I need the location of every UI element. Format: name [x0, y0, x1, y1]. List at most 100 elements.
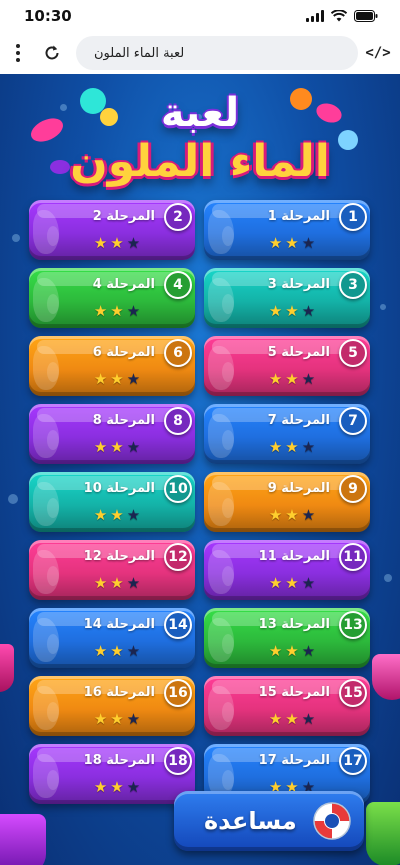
level-label: المرحلة 14: [83, 617, 155, 632]
level-button-15[interactable]: المرحلة 15 15 ★ ★ ★: [204, 676, 370, 736]
paint-pot-decoration: [366, 802, 400, 865]
title-line-2: الماء الملون: [70, 136, 330, 187]
level-label: المرحلة 16: [83, 685, 155, 700]
star-rating: ★ ★ ★: [204, 370, 370, 388]
help-button[interactable]: مساعدة: [174, 791, 364, 851]
level-button-2[interactable]: المرحلة 2 2 ★ ★ ★: [29, 200, 195, 260]
star-icon: ★: [126, 438, 141, 456]
wifi-icon: [331, 10, 347, 22]
star-icon: ★: [93, 438, 108, 456]
level-label: المرحلة 1: [267, 209, 330, 224]
level-label: المرحلة 7: [267, 413, 330, 428]
game-title: لعبة الماء الملون: [0, 80, 400, 198]
star-icon: ★: [268, 302, 283, 320]
star-icon: ★: [301, 574, 316, 592]
star-icon: ★: [126, 234, 141, 252]
level-number-badge: 2: [164, 203, 192, 231]
level-button-7[interactable]: المرحلة 7 7 ★ ★ ★: [204, 404, 370, 464]
star-icon: ★: [285, 506, 299, 524]
code-icon[interactable]: </>: [364, 38, 392, 68]
star-icon: ★: [285, 710, 299, 728]
level-label: المرحلة 11: [258, 549, 330, 564]
bubble-decoration: [384, 574, 392, 582]
level-button-4[interactable]: المرحلة 4 4 ★ ★ ★: [29, 268, 195, 328]
level-button-8[interactable]: المرحلة 8 8 ★ ★ ★: [29, 404, 195, 464]
status-icons: [306, 10, 378, 22]
level-button-18[interactable]: المرحلة 18 18 ★ ★ ★: [29, 744, 195, 804]
star-rating: ★ ★ ★: [204, 234, 370, 252]
level-number-badge: 6: [164, 339, 192, 367]
level-button-16[interactable]: المرحلة 16 16 ★ ★ ★: [29, 676, 195, 736]
star-icon: ★: [110, 778, 124, 796]
star-rating: ★ ★ ★: [29, 710, 195, 728]
star-icon: ★: [268, 642, 283, 660]
star-icon: ★: [110, 710, 124, 728]
star-rating: ★ ★ ★: [204, 506, 370, 524]
level-number-badge: 14: [164, 611, 192, 639]
signal-icon: [306, 10, 324, 22]
star-icon: ★: [301, 506, 316, 524]
star-icon: ★: [285, 438, 299, 456]
star-icon: ★: [268, 234, 283, 252]
level-label: المرحلة 6: [92, 345, 155, 360]
level-button-11[interactable]: المرحلة 11 11 ★ ★ ★: [204, 540, 370, 600]
star-icon: ★: [126, 710, 141, 728]
level-label: المرحلة 12: [83, 549, 155, 564]
level-button-9[interactable]: المرحلة 9 9 ★ ★ ★: [204, 472, 370, 532]
level-number-badge: 7: [339, 407, 367, 435]
level-button-14[interactable]: المرحلة 14 14 ★ ★ ★: [29, 608, 195, 668]
level-label: المرحلة 18: [83, 753, 155, 768]
level-button-13[interactable]: المرحلة 13 13 ★ ★ ★: [204, 608, 370, 668]
star-icon: ★: [110, 574, 124, 592]
more-vert-icon[interactable]: [8, 38, 28, 68]
star-rating: ★ ★ ★: [29, 778, 195, 796]
star-icon: ★: [268, 370, 283, 388]
star-icon: ★: [301, 302, 316, 320]
level-label: المرحلة 5: [267, 345, 330, 360]
star-icon: ★: [285, 642, 299, 660]
level-button-1[interactable]: المرحلة 1 1 ★ ★ ★: [204, 200, 370, 260]
star-icon: ★: [110, 370, 124, 388]
level-number-badge: 17: [339, 747, 367, 775]
star-icon: ★: [126, 642, 141, 660]
level-button-3[interactable]: المرحلة 3 3 ★ ★ ★: [204, 268, 370, 328]
star-rating: ★ ★ ★: [29, 302, 195, 320]
level-label: المرحلة 10: [83, 481, 155, 496]
star-icon: ★: [285, 302, 299, 320]
star-rating: ★ ★ ★: [29, 642, 195, 660]
star-rating: ★ ★ ★: [29, 370, 195, 388]
star-icon: ★: [93, 778, 108, 796]
level-label: المرحلة 3: [267, 277, 330, 292]
bubble-decoration: [380, 304, 386, 310]
title-line-1: لعبة: [160, 90, 240, 136]
star-rating: ★ ★ ★: [29, 438, 195, 456]
level-number-badge: 5: [339, 339, 367, 367]
level-number-badge: 13: [339, 611, 367, 639]
star-icon: ★: [285, 370, 299, 388]
status-bar: 10:30: [0, 0, 400, 32]
level-button-12[interactable]: المرحلة 12 12 ★ ★ ★: [29, 540, 195, 600]
level-label: المرحلة 2: [92, 209, 155, 224]
paint-pot-decoration: [0, 814, 46, 865]
star-icon: ★: [110, 642, 124, 660]
level-button-10[interactable]: المرحلة 10 10 ★ ★ ★: [29, 472, 195, 532]
game-screen: لعبة الماء الملون المرحلة 1 1 ★ ★ ★ المرحلة 2…: [0, 74, 400, 865]
status-time: 10:30: [24, 7, 72, 25]
level-number-badge: 16: [164, 679, 192, 707]
star-rating: ★ ★ ★: [29, 574, 195, 592]
star-icon: ★: [126, 506, 141, 524]
star-icon: ★: [268, 438, 283, 456]
paint-pot-decoration: [372, 654, 400, 700]
star-icon: ★: [93, 234, 108, 252]
star-icon: ★: [301, 234, 316, 252]
level-number-badge: 11: [339, 543, 367, 571]
star-icon: ★: [110, 234, 124, 252]
level-number-badge: 15: [339, 679, 367, 707]
help-button-label: مساعدة: [204, 807, 297, 835]
level-button-5[interactable]: المرحلة 5 5 ★ ★ ★: [204, 336, 370, 396]
star-icon: ★: [285, 574, 299, 592]
level-button-6[interactable]: المرحلة 6 6 ★ ★ ★: [29, 336, 195, 396]
reload-button[interactable]: [34, 38, 70, 68]
address-bar[interactable]: لعبة الماء الملون: [76, 36, 358, 70]
url-text: لعبة الماء الملون: [94, 45, 185, 61]
